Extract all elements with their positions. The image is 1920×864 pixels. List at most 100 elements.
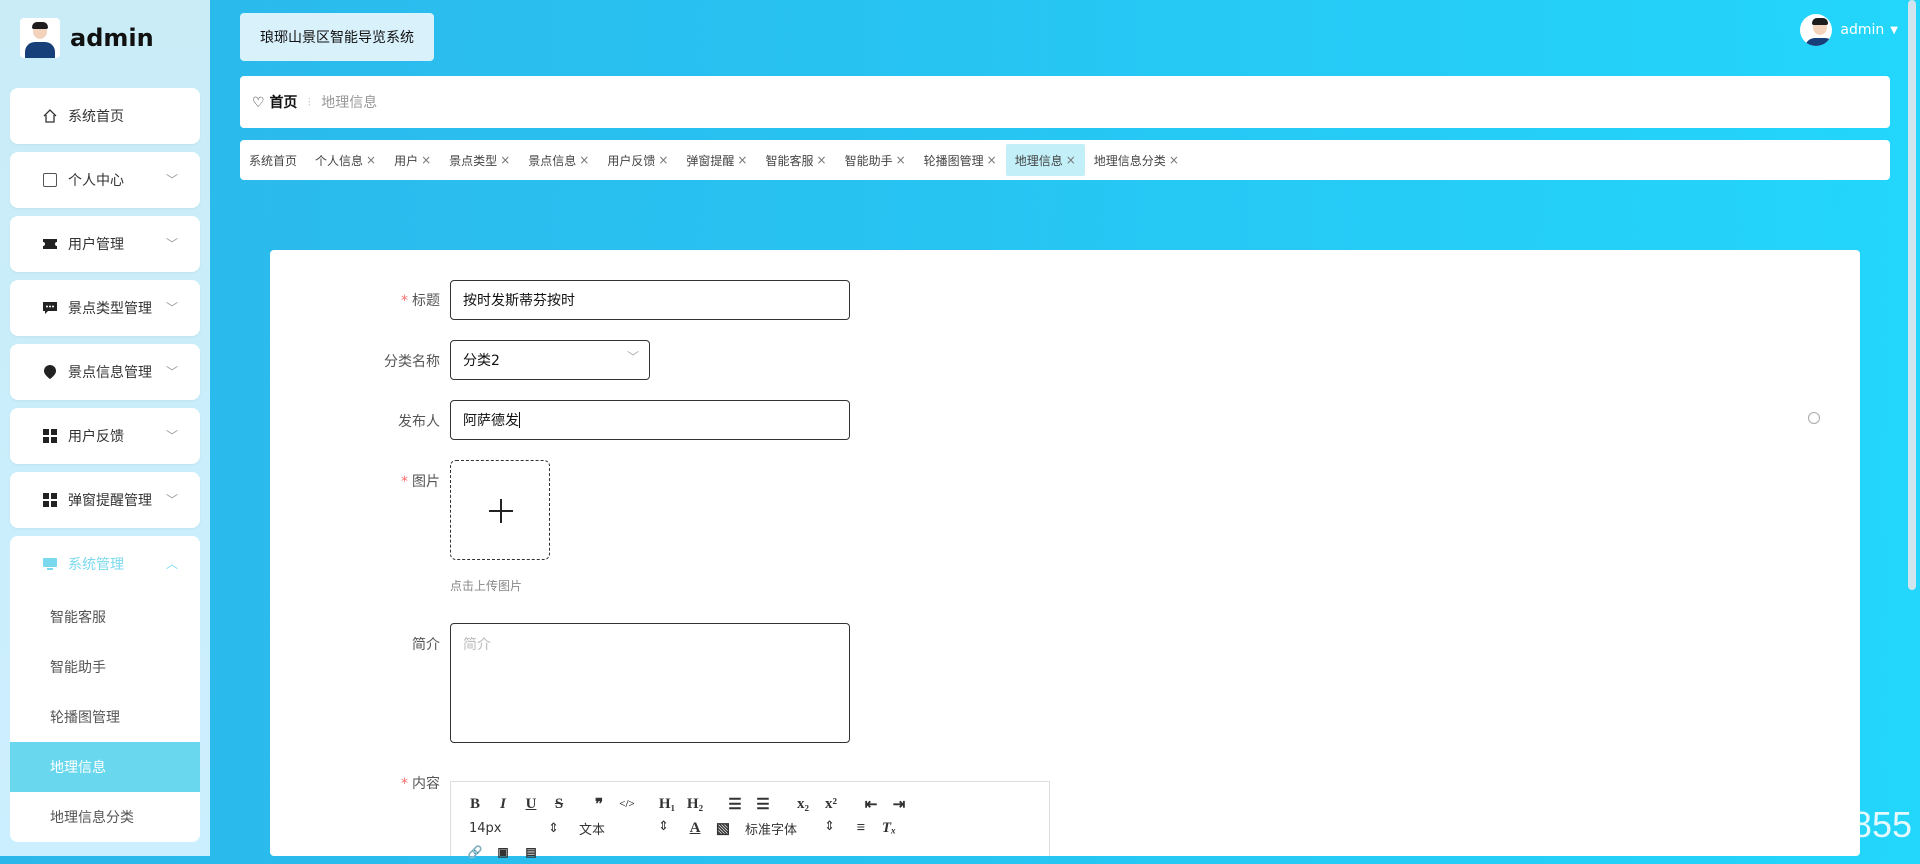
underline-icon[interactable]: U <box>517 796 545 813</box>
user-menu[interactable]: admin ▼ <box>1800 14 1898 46</box>
submenu-item-smart-assistant[interactable]: 智能助手 <box>10 642 200 692</box>
menu-item-popup-reminder-management[interactable]: 弹窗提醒管理 ﹀ <box>10 472 200 528</box>
subscript-icon[interactable]: x₂ <box>789 796 817 813</box>
intro-label: 简介 <box>412 637 440 653</box>
close-icon[interactable]: × <box>658 153 668 167</box>
ordered-list-icon[interactable]: ☰ <box>721 795 749 814</box>
caret-down-icon: ▼ <box>1890 24 1898 36</box>
tab-popup-reminder[interactable]: 弹窗提醒 × <box>677 144 756 176</box>
tab-user[interactable]: 用户 × <box>385 144 440 176</box>
breadcrumb-separator: ⁝ <box>307 95 312 109</box>
tab-geo-info-category[interactable]: 地理信息分类 × <box>1085 144 1188 176</box>
menu-item-home[interactable]: 系统首页 <box>10 88 200 144</box>
close-icon[interactable]: × <box>737 153 747 167</box>
background-color-icon[interactable]: ▧ <box>709 819 737 838</box>
font-size-select[interactable]: 14px ⇕ <box>461 821 571 836</box>
paragraph-select[interactable]: 文本 ⇕ <box>571 819 681 838</box>
submenu-item-geo-info[interactable]: 地理信息 <box>10 742 200 792</box>
submenu-item-geo-info-category[interactable]: 地理信息分类 <box>10 792 200 842</box>
chevron-down-icon: ﹀ <box>165 173 178 187</box>
close-icon[interactable]: × <box>987 153 997 167</box>
image-upload[interactable] <box>450 460 550 560</box>
clear-icon[interactable] <box>1808 412 1820 424</box>
sort-icon: ⇕ <box>548 820 559 836</box>
tabs-bar: 系统首页 个人信息 × 用户 × 景点类型 × 景点信息 × 用户反馈 × 弹窗提醒 × 智… <box>240 140 1890 180</box>
message-icon <box>42 300 58 316</box>
quote-icon[interactable]: ❞ <box>585 795 613 814</box>
close-icon[interactable]: × <box>896 153 906 167</box>
menu-item-personal-center[interactable]: 个人中心 ﹀ <box>10 152 200 208</box>
menu-item-label: 系统首页 <box>68 109 124 125</box>
close-icon[interactable]: × <box>500 153 510 167</box>
intro-textarea[interactable]: 简介 <box>450 623 850 743</box>
breadcrumb-home[interactable]: ♡ 首页 <box>252 92 297 112</box>
page-scrollbar[interactable] <box>1908 0 1916 590</box>
italic-icon[interactable]: I <box>489 796 517 813</box>
tab-carousel-management[interactable]: 轮播图管理 × <box>915 144 1006 176</box>
font-family-select[interactable]: 标准字体 ⇕ <box>737 819 847 838</box>
strikethrough-icon[interactable]: S <box>545 796 573 813</box>
menu-item-spot-info-management[interactable]: 景点信息管理 ﹀ <box>10 344 200 400</box>
close-icon[interactable]: × <box>366 153 376 167</box>
grid-icon <box>42 428 58 444</box>
id-card-icon <box>42 172 58 188</box>
publisher-input[interactable]: 阿萨德发 <box>450 400 850 440</box>
menu-item-system-management[interactable]: 系统管理 ︿ <box>10 536 200 592</box>
bullet-list-icon[interactable]: ☰ <box>749 795 777 814</box>
menu-item-label: 用户管理 <box>68 237 124 253</box>
font-color-icon[interactable]: A <box>681 820 709 837</box>
menu-item-spot-type-management[interactable]: 景点类型管理 ﹀ <box>10 280 200 336</box>
chevron-up-icon: ︿ <box>165 557 178 571</box>
menu-item-label: 景点信息管理 <box>68 365 152 381</box>
indent-icon[interactable]: ⇥ <box>885 795 913 814</box>
user-name: admin <box>1840 22 1885 38</box>
close-icon[interactable]: × <box>1169 153 1179 167</box>
tab-smart-assistant[interactable]: 智能助手 × <box>836 144 915 176</box>
tab-smart-service[interactable]: 智能客服 × <box>756 144 835 176</box>
submenu-item-smart-service[interactable]: 智能客服 <box>10 592 200 642</box>
tab-personal-info[interactable]: 个人信息 × <box>306 144 385 176</box>
sort-icon: ⇕ <box>658 818 669 834</box>
heading-1-icon[interactable]: H₁ <box>653 796 681 813</box>
image-icon[interactable]: ▣ <box>489 845 517 860</box>
outdent-icon[interactable]: ⇤ <box>857 795 885 814</box>
brand: admin <box>20 18 154 58</box>
rich-text-editor: B I U S ❞ </> H₁ H₂ ☰ ☰ x₂ x² ⇤ ⇥ 14px ⇕ … <box>450 781 1050 859</box>
sidebar-menu: 系统首页 个人中心 ﹀ 用户管理 ﹀ 景点类型管理 ﹀ 景点信息管理 ﹀ 用户反… <box>10 88 200 850</box>
close-icon[interactable]: × <box>1066 153 1076 167</box>
code-icon[interactable]: </> <box>613 798 641 810</box>
tab-spot-info[interactable]: 景点信息 × <box>519 144 598 176</box>
clear-format-icon[interactable]: Tₓ <box>875 820 903 837</box>
close-icon[interactable]: × <box>421 153 431 167</box>
tab-user-feedback[interactable]: 用户反馈 × <box>598 144 677 176</box>
monitor-icon <box>42 556 58 572</box>
chevron-down-icon: ﹀ <box>165 429 178 443</box>
link-icon[interactable]: 🔗 <box>461 845 489 860</box>
video-icon[interactable]: ▤ <box>517 845 545 860</box>
menu-item-label: 景点类型管理 <box>68 301 152 317</box>
heart-icon: ♡ <box>252 95 265 111</box>
upload-tip: 点击上传图片 <box>450 579 523 593</box>
category-select[interactable]: 分类2 ﹀ <box>450 340 650 380</box>
align-icon[interactable]: ≡ <box>847 820 875 837</box>
image-label: * 图片 <box>401 474 440 490</box>
chevron-down-icon: ﹀ <box>165 365 178 379</box>
title-input[interactable]: 按时发斯蒂芬按时 <box>450 280 850 320</box>
bold-icon[interactable]: B <box>461 796 489 813</box>
tab-system-home[interactable]: 系统首页 <box>240 144 306 176</box>
superscript-icon[interactable]: x² <box>817 796 845 813</box>
publisher-label: 发布人 <box>398 414 440 430</box>
submenu-item-carousel-management[interactable]: 轮播图管理 <box>10 692 200 742</box>
menu-item-user-feedback[interactable]: 用户反馈 ﹀ <box>10 408 200 464</box>
menu-item-label: 个人中心 <box>68 173 124 189</box>
heading-2-icon[interactable]: H₂ <box>681 796 709 813</box>
close-icon[interactable]: × <box>579 153 589 167</box>
menu-group-system-management: 系统管理 ︿ 智能客服 智能助手 轮播图管理 地理信息 地理信息分类 <box>10 536 200 842</box>
menu-item-user-management[interactable]: 用户管理 ﹀ <box>10 216 200 272</box>
tab-geo-info[interactable]: 地理信息 × <box>1005 144 1085 176</box>
editor-toolbar-row: 14px ⇕ 文本 ⇕ A ▧ 标准字体 ⇕ ≡ Tₓ <box>451 816 1049 840</box>
sort-icon: ⇕ <box>824 818 835 834</box>
close-icon[interactable]: × <box>817 153 827 167</box>
category-label: 分类名称 <box>384 354 440 370</box>
tab-spot-type[interactable]: 景点类型 × <box>440 144 519 176</box>
